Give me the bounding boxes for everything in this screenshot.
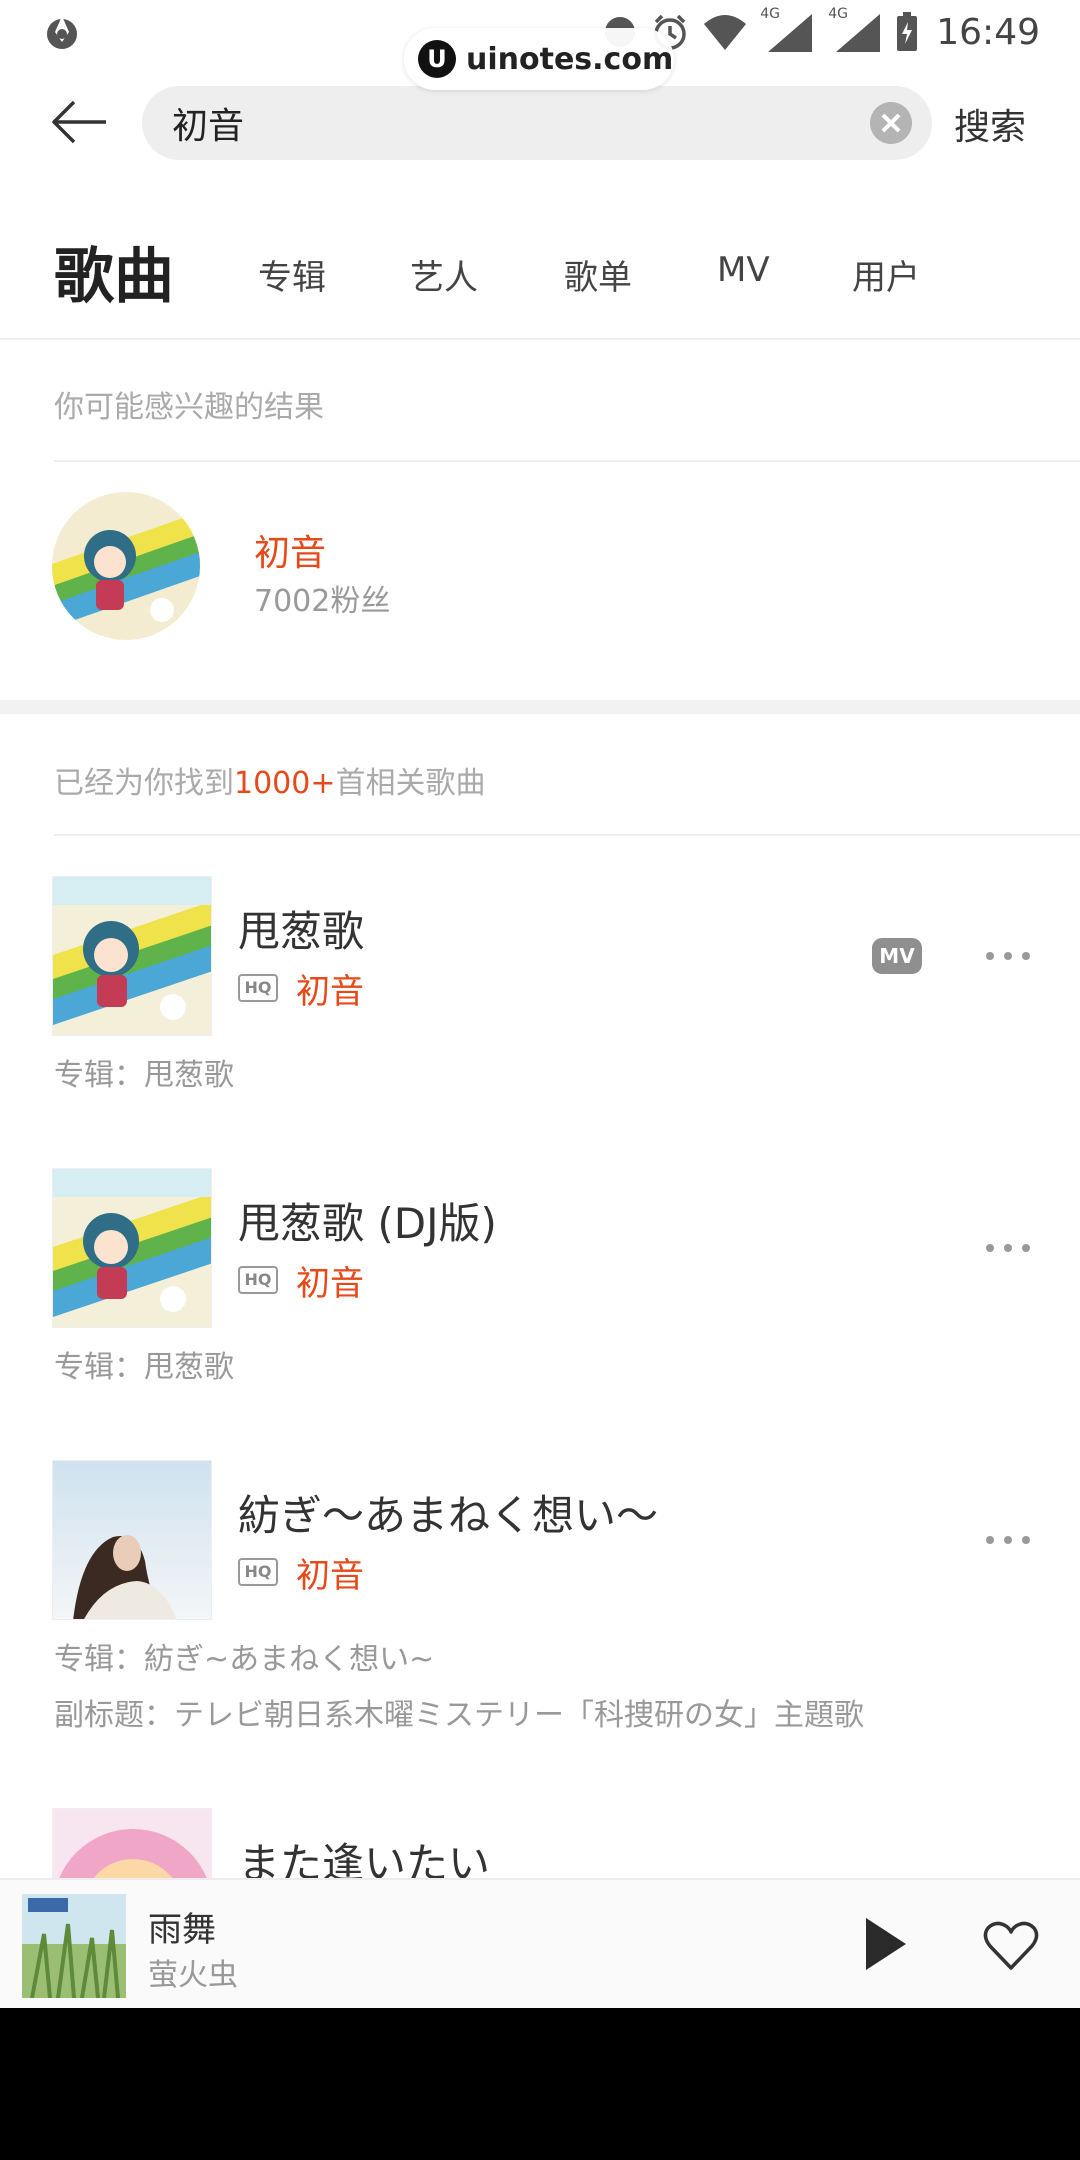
artist-avatar bbox=[52, 492, 200, 640]
results-prefix: 已经为你找到 bbox=[54, 766, 234, 801]
search-button[interactable]: 搜索 bbox=[954, 98, 1026, 150]
song-artist[interactable]: 初音 bbox=[296, 1256, 364, 1305]
network-type-label-2: 4G bbox=[828, 6, 849, 22]
results-summary: 已经为你找到1000+首相关歌曲 bbox=[54, 758, 485, 802]
song-album: 专辑：甩葱歌 bbox=[54, 1058, 234, 1093]
hq-badge: HQ bbox=[238, 1266, 278, 1294]
mini-player[interactable]: 雨舞 萤火虫 bbox=[0, 1878, 1080, 2008]
divider bbox=[54, 834, 1080, 836]
artist-result[interactable]: 初音 7002粉丝 bbox=[0, 488, 1080, 648]
song-cover bbox=[52, 1168, 212, 1328]
wifi-icon bbox=[704, 15, 747, 50]
song-artist[interactable]: 初音 bbox=[296, 1548, 364, 1597]
song-item[interactable]: 紡ぎ～あまねく想い～ HQ 初音 专辑：紡ぎ~あまねく想い~ 副标题：テレビ朝日… bbox=[0, 1460, 1080, 1733]
tab-albums[interactable]: 专辑 bbox=[258, 250, 326, 299]
tab-playlists[interactable]: 歌单 bbox=[564, 250, 632, 299]
more-options-icon[interactable] bbox=[986, 1240, 1030, 1256]
now-playing-title: 雨舞 bbox=[148, 1910, 216, 1950]
tab-mv[interactable]: MV bbox=[717, 250, 770, 290]
artist-fan-count: 7002粉丝 bbox=[254, 584, 391, 619]
tabs-divider bbox=[0, 338, 1080, 340]
search-box bbox=[142, 86, 932, 160]
signal-4g-icon: 4G bbox=[760, 6, 816, 54]
status-time: 16:49 bbox=[936, 11, 1040, 53]
play-icon[interactable] bbox=[860, 1916, 910, 1972]
more-options-icon[interactable] bbox=[986, 1532, 1030, 1548]
song-cover bbox=[52, 876, 212, 1036]
clear-search-icon[interactable] bbox=[870, 102, 912, 144]
mv-badge[interactable]: MV bbox=[872, 938, 922, 974]
section-separator bbox=[0, 700, 1080, 714]
search-row: 搜索 bbox=[0, 82, 1080, 162]
song-subtitle: 副标题：テレビ朝日系木曜ミステリー「科捜研の女」主題歌 bbox=[54, 1698, 864, 1733]
results-suffix: 首相关歌曲 bbox=[335, 766, 486, 801]
watermark-text: uinotes.com bbox=[466, 41, 674, 77]
tab-users[interactable]: 用户 bbox=[852, 250, 920, 299]
song-cover bbox=[52, 1460, 212, 1620]
song-album: 专辑：甩葱歌 bbox=[54, 1350, 234, 1385]
hq-badge: HQ bbox=[238, 1558, 278, 1586]
song-title: 甩葱歌 bbox=[238, 907, 365, 956]
now-playing-artist: 萤火虫 bbox=[148, 1958, 238, 1993]
battery-charging-icon bbox=[897, 12, 918, 51]
song-item[interactable]: 甩葱歌 (DJ版) HQ 初音 专辑：甩葱歌 bbox=[0, 1168, 1080, 1388]
search-input[interactable] bbox=[172, 96, 832, 150]
song-title: 甩葱歌 (DJ版) bbox=[238, 1199, 497, 1248]
results-count: 1000+ bbox=[234, 766, 336, 801]
watermark-logo: U bbox=[418, 40, 456, 78]
song-title: 紡ぎ～あまねく想い～ bbox=[238, 1491, 659, 1540]
song-album: 专辑：紡ぎ~あまねく想い~ bbox=[54, 1642, 435, 1677]
divider bbox=[54, 460, 1080, 462]
app-notification-icon bbox=[47, 16, 77, 49]
category-tabs: 歌曲 专辑 艺人 歌单 MV 用户 bbox=[0, 210, 1080, 320]
hq-badge: HQ bbox=[238, 974, 278, 1002]
tab-songs[interactable]: 歌曲 bbox=[54, 228, 174, 315]
heart-icon[interactable] bbox=[982, 1920, 1040, 1972]
artist-name: 初音 bbox=[254, 533, 327, 574]
signal-4g-icon-2: 4G bbox=[828, 6, 884, 54]
song-artist[interactable]: 初音 bbox=[296, 964, 364, 1013]
interest-heading: 你可能感兴趣的结果 bbox=[54, 390, 324, 425]
tab-artists[interactable]: 艺人 bbox=[410, 250, 478, 299]
song-item[interactable]: また逢いたい bbox=[0, 1808, 1080, 1968]
song-item[interactable]: 甩葱歌 HQ 初音 MV 专辑：甩葱歌 bbox=[0, 876, 1080, 1096]
watermark-badge: U uinotes.com bbox=[404, 28, 674, 90]
back-arrow-icon[interactable] bbox=[48, 94, 112, 150]
screen: 4G 4G 16:49 U uinotes.com 搜索 bbox=[0, 0, 1080, 2008]
network-type-label: 4G bbox=[760, 6, 781, 22]
more-options-icon[interactable] bbox=[986, 948, 1030, 964]
now-playing-cover bbox=[22, 1894, 126, 1998]
